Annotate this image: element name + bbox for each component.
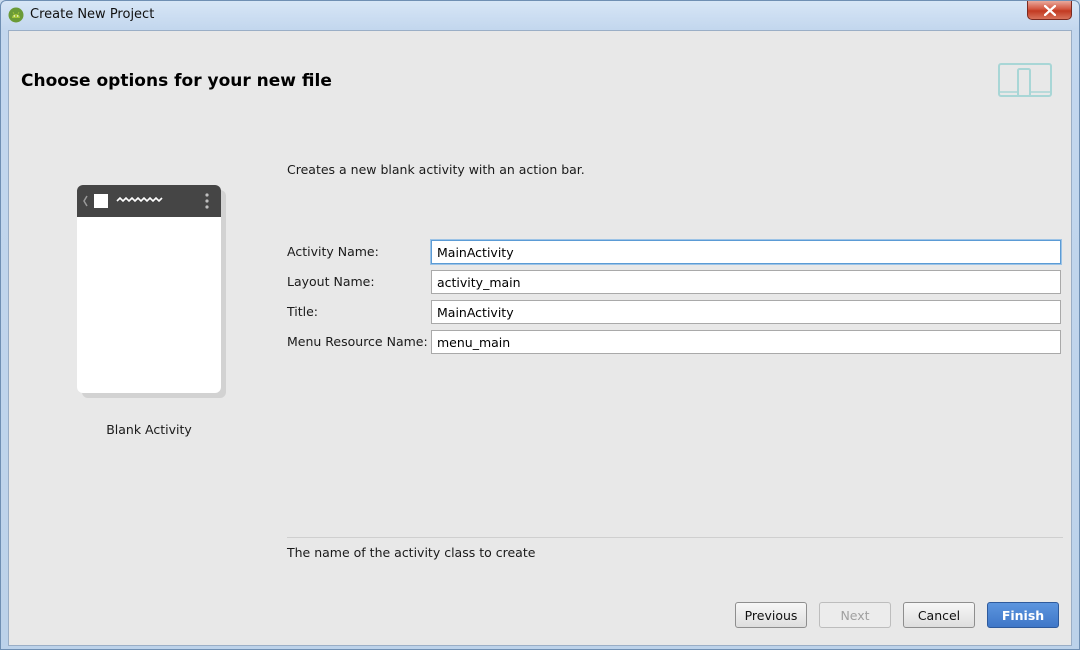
layout-name-row: Layout Name: xyxy=(287,270,1063,294)
window-title: Create New Project xyxy=(30,7,155,22)
phone-tablet-icon xyxy=(998,62,1054,104)
title-bar: Create New Project xyxy=(1,1,1079,30)
create-project-window: Create New Project Choose options for yo… xyxy=(0,0,1080,650)
layout-name-input[interactable] xyxy=(431,270,1061,294)
finish-button[interactable]: Finish xyxy=(987,602,1059,628)
cancel-button[interactable]: Cancel xyxy=(903,602,975,628)
next-button[interactable]: Next xyxy=(819,602,891,628)
title-input[interactable] xyxy=(431,300,1061,324)
page-title: Choose options for your new file xyxy=(21,71,332,91)
menu-resource-name-label: Menu Resource Name: xyxy=(287,334,428,349)
title-label: Title: xyxy=(287,304,318,319)
title-row: Title: xyxy=(287,300,1063,324)
android-studio-icon xyxy=(8,7,24,23)
menu-resource-name-row: Menu Resource Name: xyxy=(287,330,1063,354)
activity-name-input[interactable] xyxy=(431,240,1061,264)
window-close-button[interactable] xyxy=(1027,1,1072,20)
activity-template-preview xyxy=(77,185,221,393)
preview-action-bar xyxy=(77,185,221,217)
template-description: Creates a new blank activity with an act… xyxy=(287,162,585,177)
close-icon xyxy=(1044,5,1056,16)
template-name: Blank Activity xyxy=(106,422,192,437)
previous-button[interactable]: Previous xyxy=(735,602,807,628)
layout-name-label: Layout Name: xyxy=(287,274,375,289)
field-help-text: The name of the activity class to create xyxy=(287,545,536,560)
activity-name-row: Activity Name: xyxy=(287,240,1063,264)
activity-name-label: Activity Name: xyxy=(287,244,379,259)
menu-resource-name-input[interactable] xyxy=(431,330,1061,354)
dialog-content: Choose options for your new file Blank A… xyxy=(8,30,1072,646)
help-separator xyxy=(287,537,1063,538)
